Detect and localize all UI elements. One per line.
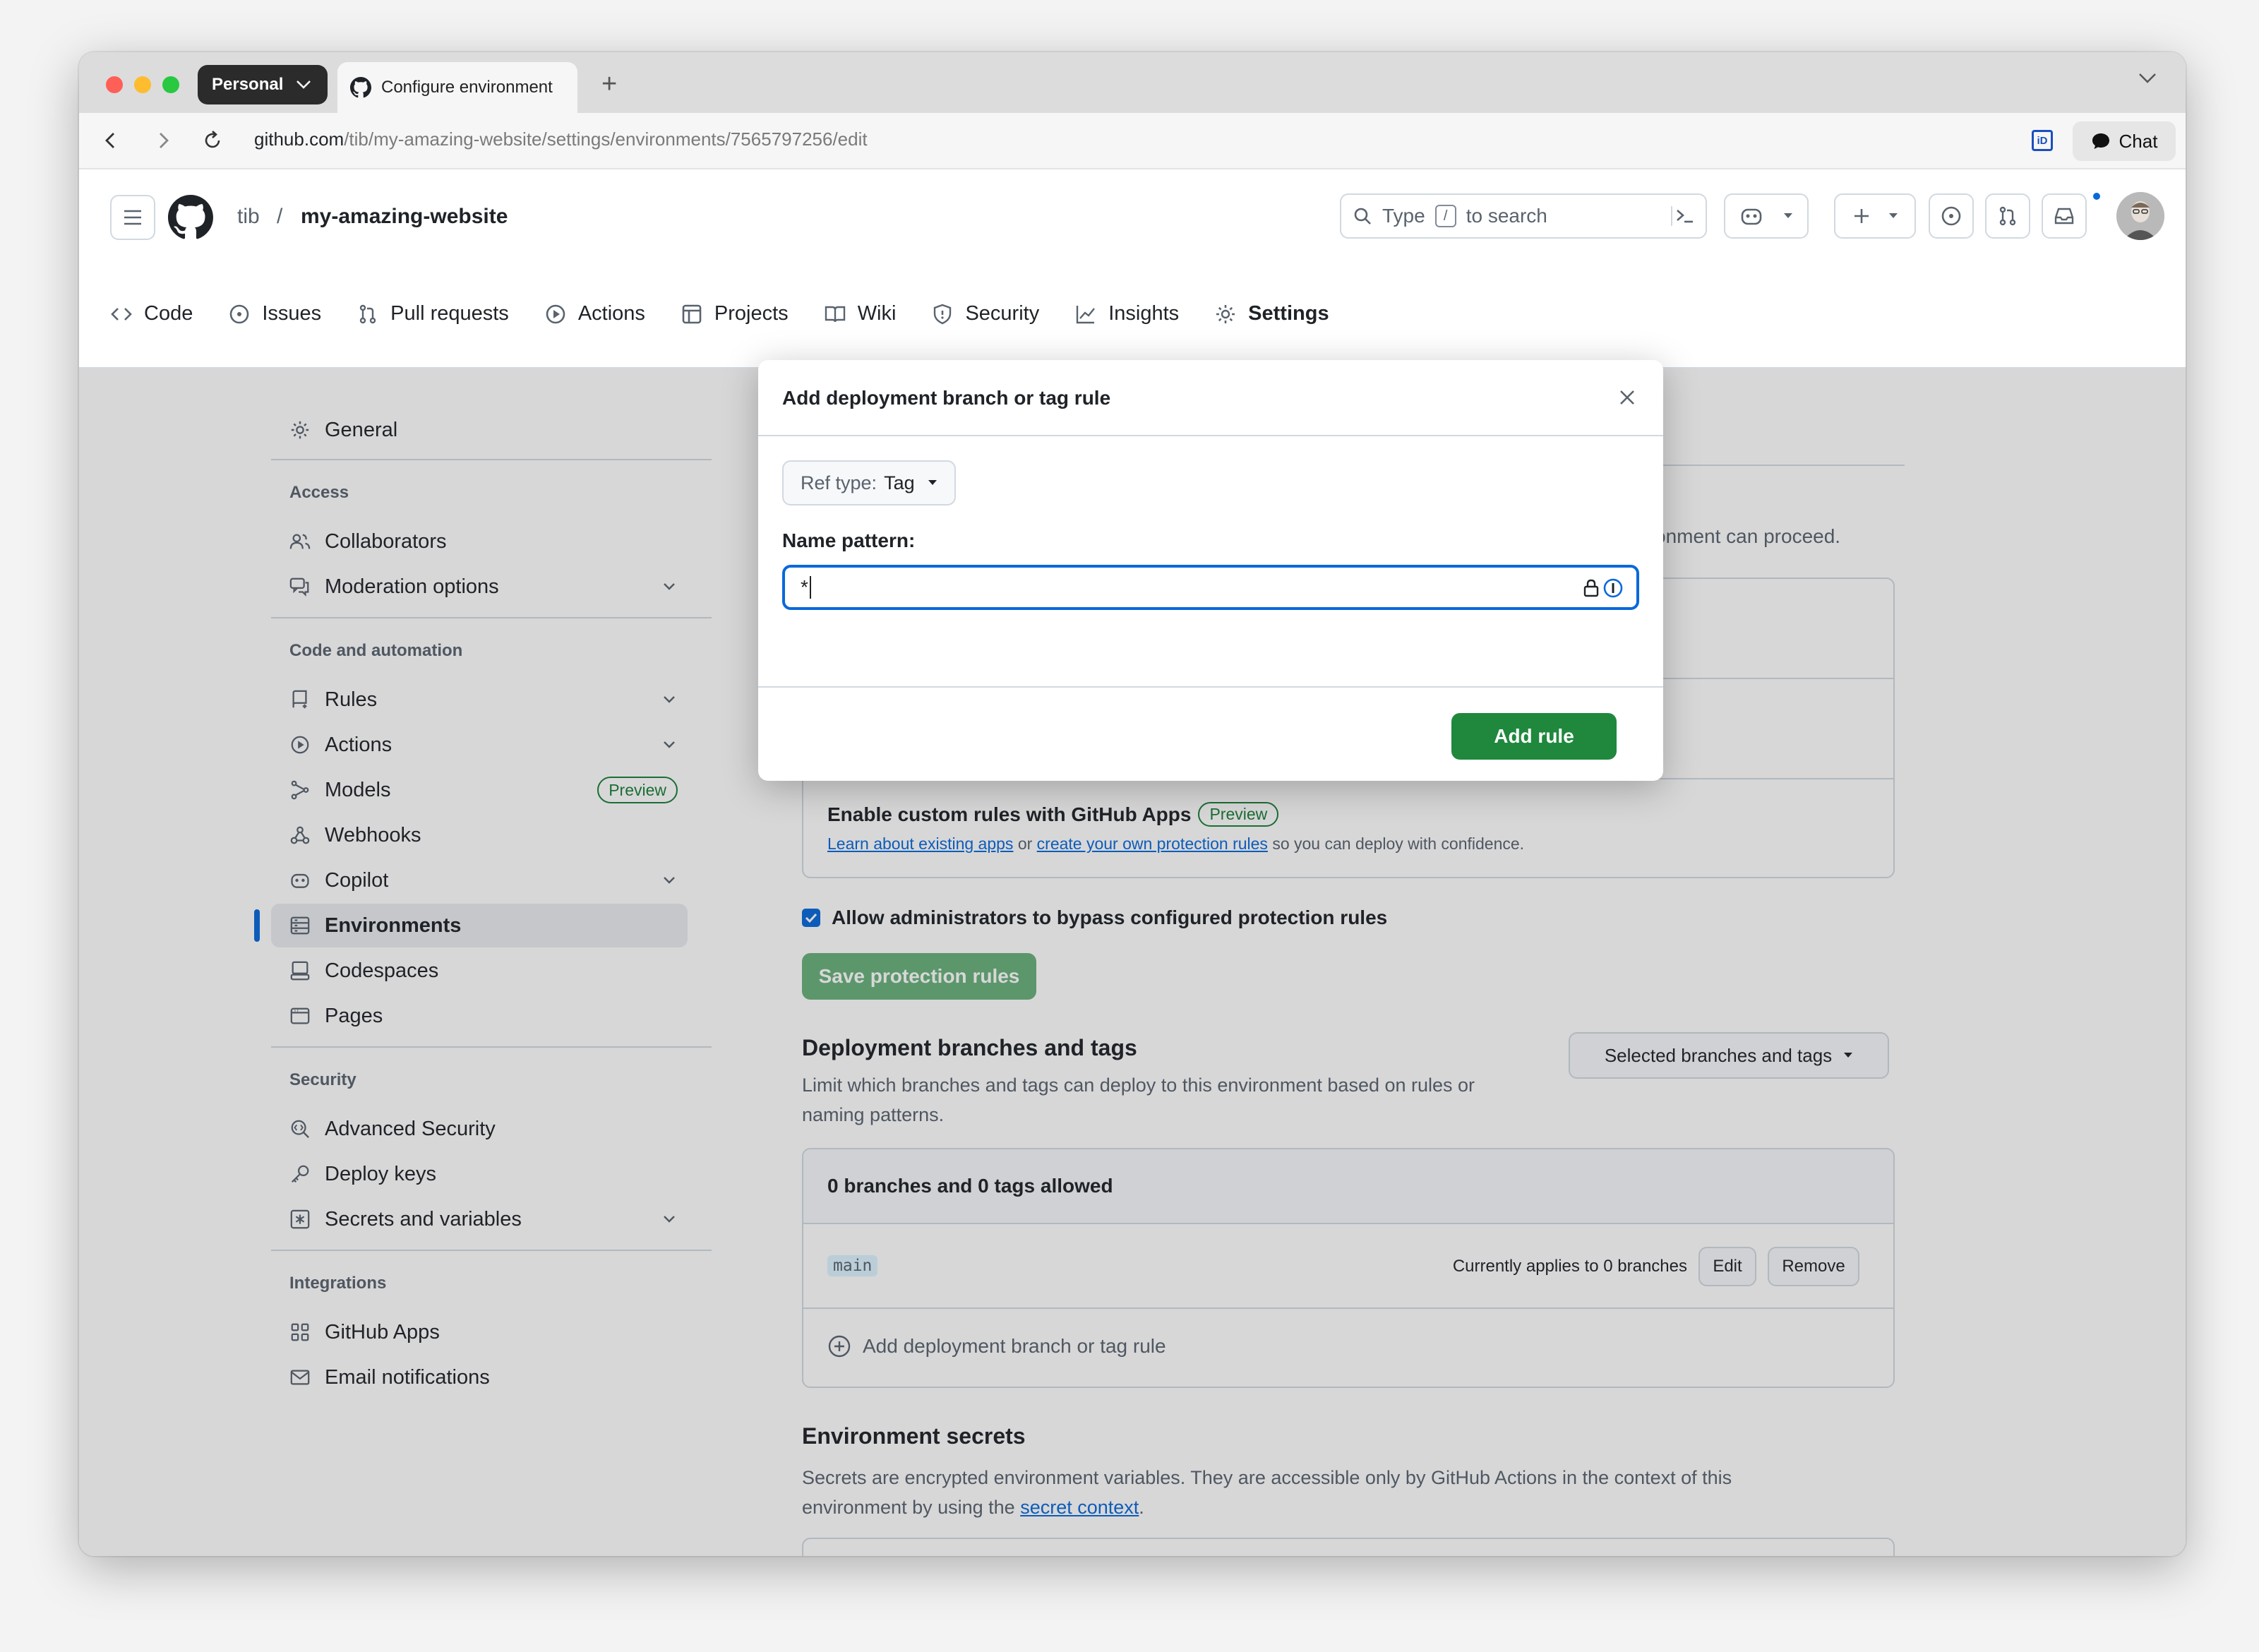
dialog-title: Add deployment branch or tag rule [782, 387, 1111, 409]
name-pattern-label: Name pattern: [782, 529, 916, 551]
tab-issues[interactable]: Issues [228, 302, 321, 325]
chevron-down-icon [296, 80, 311, 89]
shield-icon [934, 304, 952, 324]
lock-icon [1583, 579, 1599, 597]
git-pull-request-icon [1999, 206, 2016, 226]
book-icon [825, 306, 845, 322]
add-rule-button[interactable]: Add rule [1451, 713, 1617, 760]
chevron-down-icon [1889, 213, 1898, 218]
search-input[interactable]: Type / to search [1340, 193, 1707, 239]
address-bar: github.com/tib/my-amazing-website/settin… [79, 113, 2186, 169]
avatar-icon [2116, 192, 2164, 240]
gear-icon [1216, 304, 1235, 323]
back-arrow-icon[interactable] [100, 130, 121, 151]
tab-projects[interactable]: Projects [681, 302, 789, 325]
repo-navigation: Code Issues Pull requests Actions Projec… [110, 302, 1365, 325]
url-field[interactable]: github.com/tib/my-amazing-website/settin… [254, 128, 868, 150]
search-placeholder-post: to search [1466, 205, 1547, 227]
tab-projects-label: Projects [714, 302, 789, 325]
close-icon[interactable] [1617, 387, 1638, 408]
add-rule-dialog: Add deployment branch or tag rule Ref ty… [758, 360, 1663, 781]
tab-security-label: Security [965, 302, 1040, 325]
tab-actions[interactable]: Actions [544, 302, 645, 325]
browser-tab-bar: Personal Configure environment + [79, 52, 2186, 113]
issue-opened-icon [230, 304, 249, 323]
git-pull-request-icon [359, 304, 376, 323]
chevron-down-icon [1784, 213, 1792, 218]
new-tab-button[interactable]: + [601, 71, 617, 97]
github-logo-icon[interactable] [168, 195, 213, 240]
close-window-button[interactable] [106, 76, 123, 93]
ref-type-value: Tag [884, 472, 915, 493]
tab-settings-label: Settings [1248, 302, 1329, 325]
play-circle-icon [546, 304, 565, 323]
github-favicon-icon [350, 77, 371, 98]
hamburger-icon [124, 210, 141, 225]
create-new-button[interactable] [1834, 193, 1916, 239]
tab-wiki-label: Wiki [857, 302, 897, 325]
pull-requests-button[interactable] [1985, 193, 2030, 239]
profile-switcher[interactable]: Personal [198, 65, 328, 104]
name-pattern-input[interactable]: * [782, 565, 1639, 610]
tab-settings[interactable]: Settings [1214, 302, 1329, 325]
graph-icon [1077, 305, 1096, 323]
onepassword-icon [1603, 578, 1623, 598]
search-placeholder-pre: Type [1382, 205, 1425, 227]
github-header: tib / my-amazing-website Type / to searc… [79, 169, 2186, 367]
chat-label: Chat [2119, 130, 2158, 152]
profile-label: Personal [212, 75, 284, 94]
chat-bubble-icon [2092, 133, 2109, 149]
search-shortcut-key: / [1434, 205, 1456, 227]
search-icon [1354, 208, 1371, 225]
tab-code-label: Code [144, 302, 193, 325]
tab-insights[interactable]: Insights [1074, 302, 1179, 325]
dialog-footer-divider [758, 686, 1663, 688]
repo-name-link[interactable]: my-amazing-website [301, 205, 508, 229]
table-icon [682, 304, 702, 323]
copilot-icon [1741, 208, 1762, 225]
owner-link[interactable]: tib [237, 205, 260, 229]
inbox-icon [2054, 208, 2074, 225]
code-icon [111, 307, 132, 321]
inbox-button[interactable] [2042, 193, 2087, 239]
issue-opened-icon [1941, 206, 1961, 226]
breadcrumb-separator: / [277, 205, 283, 228]
triangle-down-icon [928, 480, 937, 485]
browser-tab-active[interactable]: Configure environment [337, 62, 577, 113]
text-cursor [809, 576, 811, 599]
tab-issues-label: Issues [262, 302, 322, 325]
ref-type-select[interactable]: Ref type: Tag [782, 460, 956, 505]
zoom-window-button[interactable] [162, 76, 179, 93]
url-host: github.com [254, 128, 344, 150]
reload-icon[interactable] [202, 130, 223, 151]
tab-security[interactable]: Security [931, 302, 1039, 325]
url-path: /tib/my-amazing-website/settings/environ… [344, 128, 868, 150]
menu-button[interactable] [110, 195, 155, 240]
notification-dot [2091, 191, 2102, 202]
tab-pull-requests[interactable]: Pull requests [356, 302, 509, 325]
chat-button[interactable]: Chat [2073, 121, 2176, 161]
dialog-header: Add deployment branch or tag rule [758, 360, 1663, 436]
id-extension-icon[interactable]: iD [2032, 130, 2053, 151]
command-palette-icon[interactable] [1670, 203, 1696, 229]
issues-button[interactable] [1929, 193, 1974, 239]
minimize-window-button[interactable] [134, 76, 151, 93]
tab-wiki[interactable]: Wiki [824, 302, 897, 325]
tab-insights-label: Insights [1108, 302, 1180, 325]
forward-arrow-icon[interactable] [152, 130, 174, 151]
ref-type-label: Ref type: [801, 472, 877, 493]
user-avatar[interactable] [2116, 192, 2164, 240]
browser-window: Personal Configure environment + github.… [79, 52, 2186, 1556]
tab-title: Configure environment [381, 78, 553, 97]
tab-overview-chevron-icon[interactable] [2138, 72, 2157, 85]
name-pattern-value: * [801, 576, 808, 598]
password-manager-icon[interactable] [1581, 577, 1624, 599]
tab-code[interactable]: Code [110, 302, 193, 325]
plus-icon [1854, 209, 1869, 223]
copilot-button[interactable] [1724, 193, 1809, 239]
tab-actions-label: Actions [577, 302, 645, 325]
tab-pull-requests-label: Pull requests [390, 302, 509, 325]
